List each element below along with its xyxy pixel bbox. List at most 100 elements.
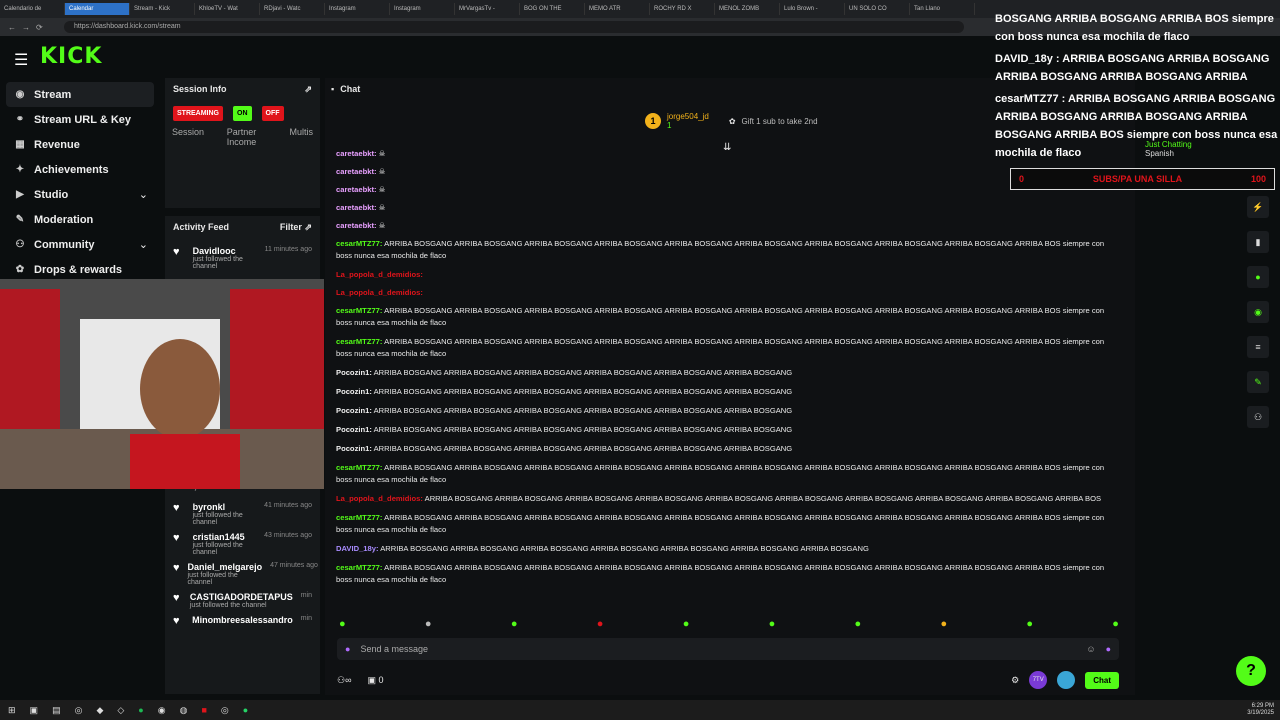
activity-user[interactable]: byronkl: [193, 502, 257, 512]
gift-sub-text[interactable]: Gift 1 sub to take 2nd: [742, 117, 818, 126]
app-icon[interactable]: ◉: [158, 705, 166, 716]
chat-username[interactable]: cesarMTZ77:: [336, 337, 382, 346]
browser-tab[interactable]: MrVargasTv -: [455, 3, 520, 15]
browser-tab[interactable]: ROCHY RD X: [650, 3, 715, 15]
help-icon[interactable]: ?: [1236, 656, 1266, 686]
chrome-icon[interactable]: ◎: [221, 705, 229, 716]
chat-bubble-icon[interactable]: ●: [1247, 266, 1269, 288]
activity-user[interactable]: Davidlooc: [193, 246, 257, 256]
kick-logo[interactable]: KICK: [40, 44, 102, 69]
chat-username[interactable]: Pocozin1:: [336, 444, 372, 453]
filter-button[interactable]: Filter: [280, 222, 302, 232]
browser-tab[interactable]: MEMO ATR: [585, 3, 650, 15]
chat-username[interactable]: Pocozin1:: [336, 406, 372, 415]
activity-user[interactable]: Minombreesalessandro: [192, 615, 293, 625]
emoji-icon[interactable]: ☺: [1086, 644, 1095, 654]
browser-tab[interactable]: Stream - Kick: [130, 3, 195, 15]
emote-icon[interactable]: ●: [425, 618, 432, 630]
chat-username[interactable]: Pocozin1:: [336, 368, 372, 377]
emote-icon[interactable]: ●: [683, 618, 690, 630]
activity-user[interactable]: Daniel_melgarejo: [188, 562, 263, 572]
emote-icon[interactable]: ●: [769, 618, 776, 630]
chat-username[interactable]: caretaebkt:: [336, 185, 377, 194]
popout-icon[interactable]: ⇗: [304, 222, 312, 232]
obs-icon[interactable]: ◍: [180, 705, 188, 716]
chat-username[interactable]: cesarMTZ77:: [336, 563, 382, 572]
emote-icon[interactable]: ●: [339, 618, 346, 630]
document-icon[interactable]: ▮: [1247, 231, 1269, 253]
emote-icon[interactable]: ●: [597, 618, 604, 630]
activity-user[interactable]: cristian1445: [193, 532, 257, 542]
app-icon[interactable]: ◇: [117, 705, 124, 716]
list-icon[interactable]: ≡: [1247, 336, 1269, 358]
popout-icon[interactable]: ⇗: [304, 84, 312, 95]
top-gifter[interactable]: 1 jorge504_jd 1 ✿ Gift 1 sub to take 2nd: [645, 112, 818, 130]
off-badge[interactable]: OFF: [261, 106, 284, 121]
extension-icon[interactable]: [1057, 671, 1076, 689]
browser-tab[interactable]: Instagram: [390, 3, 455, 15]
chevron-down-icon[interactable]: ⌄: [139, 238, 148, 251]
sidebar-item-community[interactable]: ⚇ Community ⌄: [0, 232, 160, 257]
sidebar-item-moderation[interactable]: ✎ Moderation: [0, 207, 160, 232]
wrench-icon[interactable]: ✎: [1247, 371, 1269, 393]
emote-icon[interactable]: ●: [1112, 618, 1119, 630]
whatsapp-icon[interactable]: ●: [243, 705, 248, 715]
chat-username[interactable]: cesarMTZ77:: [336, 306, 382, 315]
spotify-icon[interactable]: ●: [138, 705, 143, 715]
activity-user[interactable]: CASTIGADORDETAPUS: [190, 592, 293, 602]
sidebar-item-revenue[interactable]: ▦ Revenue: [0, 132, 160, 157]
menu-icon[interactable]: ☰: [14, 50, 28, 70]
chat-username[interactable]: Pocozin1:: [336, 425, 372, 434]
emote-icon[interactable]: ●: [1026, 618, 1033, 630]
kick-emote-icon[interactable]: ●: [1106, 644, 1111, 654]
search-icon[interactable]: ▣: [30, 705, 39, 716]
chat-username[interactable]: La_popola_d_demidios:: [336, 288, 423, 297]
files-icon[interactable]: ▤: [52, 705, 61, 716]
gift-icon[interactable]: ▣ 0: [367, 675, 383, 686]
browser-tab[interactable]: BOG ON THE: [520, 3, 585, 15]
7tv-icon[interactable]: 7TV: [1029, 671, 1048, 689]
browser-tab[interactable]: RDjavi - Watc: [260, 3, 325, 15]
emote-icon[interactable]: ●: [855, 618, 862, 630]
chat-username[interactable]: cesarMTZ77:: [336, 463, 382, 472]
browser-tab[interactable]: Calendar: [65, 3, 130, 15]
browser-nav-buttons[interactable]: ←→⟳: [0, 23, 60, 32]
sidebar-item-achievements[interactable]: ✦ Achievements: [0, 157, 160, 182]
broadcast-icon[interactable]: ◉: [1247, 301, 1269, 323]
chat-username[interactable]: DAVID_18y:: [336, 544, 379, 553]
chat-send-button[interactable]: Chat: [1085, 671, 1119, 689]
app-icon[interactable]: ■: [201, 705, 206, 715]
browser-tab[interactable]: UN SOLO CO: [845, 3, 910, 15]
emote-icon[interactable]: ●: [511, 618, 518, 630]
chat-username[interactable]: caretaebkt:: [336, 221, 377, 230]
browser-tab[interactable]: Instagram: [325, 3, 390, 15]
chat-username[interactable]: caretaebkt:: [336, 149, 377, 158]
chat-username[interactable]: cesarMTZ77:: [336, 239, 382, 248]
chat-username[interactable]: caretaebkt:: [336, 167, 377, 176]
chat-username[interactable]: caretaebkt:: [336, 203, 377, 212]
chat-username[interactable]: La_popola_d_demidios:: [336, 270, 423, 279]
start-icon[interactable]: ⊞: [8, 705, 16, 716]
sidebar-item-stream[interactable]: ◉ Stream: [6, 82, 154, 107]
users-icon[interactable]: ⚇∞: [337, 675, 351, 686]
on-badge[interactable]: ON: [233, 106, 252, 121]
app-icon[interactable]: ◆: [96, 705, 103, 716]
chrome-icon[interactable]: ◎: [75, 705, 83, 716]
chat-username[interactable]: Pocozin1:: [336, 387, 372, 396]
chat-username[interactable]: cesarMTZ77:: [336, 513, 382, 522]
message-input[interactable]: ● Send a message ☺ ●: [337, 638, 1119, 660]
settings-icon[interactable]: ⚙: [1011, 675, 1019, 686]
url-field[interactable]: https://dashboard.kick.com/stream: [64, 21, 964, 33]
mic-icon[interactable]: ●: [345, 644, 350, 654]
bolt-icon[interactable]: ⚡: [1247, 196, 1269, 218]
people-icon[interactable]: ⚇: [1247, 406, 1269, 428]
chevron-down-icon[interactable]: ⌄: [139, 188, 148, 201]
chat-username[interactable]: La_popola_d_demidios:: [336, 494, 423, 503]
sidebar-item-stream-url-key[interactable]: ⚭ Stream URL & Key: [0, 107, 160, 132]
emote-icon[interactable]: ●: [940, 618, 947, 630]
sidebar-item-studio[interactable]: ▶ Studio ⌄: [0, 182, 160, 207]
browser-tab[interactable]: Calendario de: [0, 3, 65, 15]
browser-tab[interactable]: KhloeTV - Wat: [195, 3, 260, 15]
browser-tab[interactable]: MENOL ZOMB: [715, 3, 780, 15]
browser-tab[interactable]: Tan Llano: [910, 3, 975, 15]
